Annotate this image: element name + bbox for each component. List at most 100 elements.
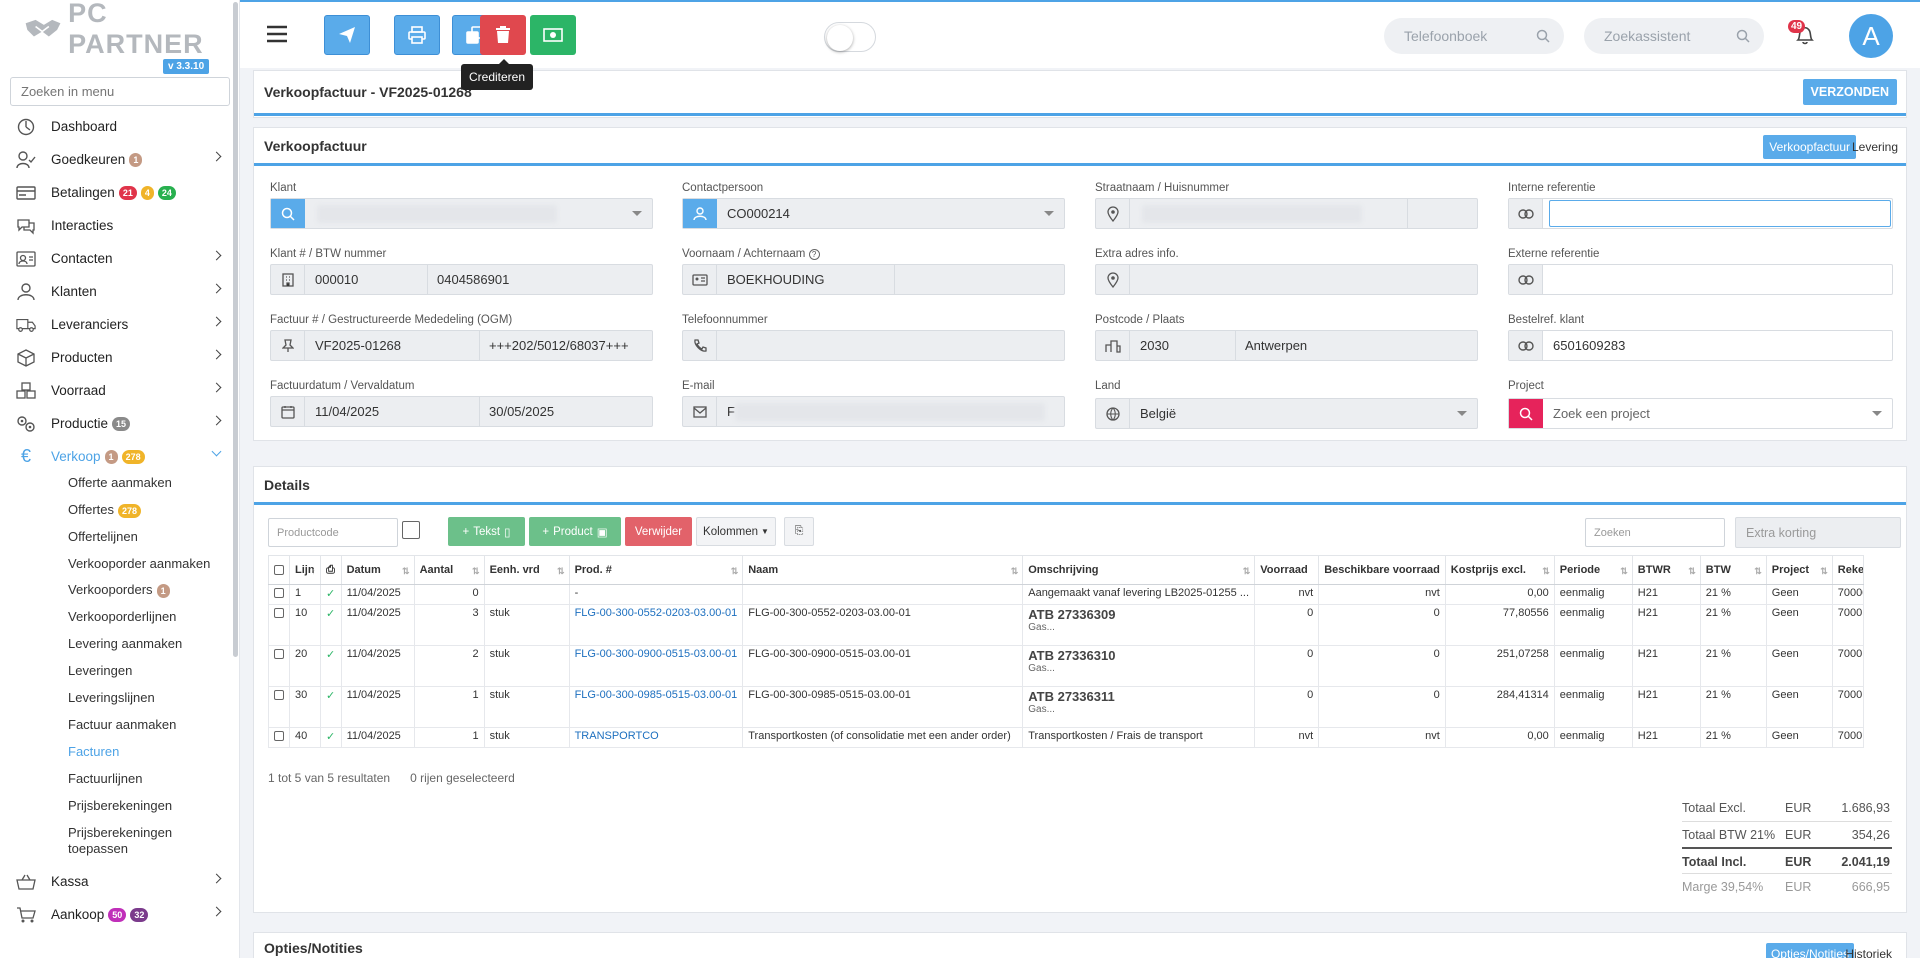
col-print[interactable]: ⎙ — [319, 555, 342, 585]
col-omschrijving[interactable]: Omschrijving ⇅ — [1022, 555, 1256, 585]
subnav-offerte-aanmaken[interactable]: Offerte aanmaken — [68, 475, 172, 491]
extra-discount-input[interactable]: Extra korting — [1735, 517, 1901, 548]
nav-voorraad[interactable]: Voorraad — [0, 374, 236, 407]
productcode-input[interactable]: Productcode — [268, 518, 398, 547]
row-checkbox[interactable] — [268, 727, 290, 748]
row-checkbox[interactable] — [268, 584, 290, 605]
tab-verkoopfactuur[interactable]: Verkoopfactuur — [1763, 135, 1856, 159]
tab-levering[interactable]: Levering — [1852, 140, 1898, 154]
toggle-switch[interactable] — [824, 22, 876, 52]
nav-verkoop[interactable]: € Verkoop 1 278 — [0, 440, 236, 473]
invoice-field[interactable]: VF2025-01268 +++202/5012/68037+++ — [270, 330, 653, 361]
col-btwr[interactable]: BTWR ⇅ — [1631, 555, 1701, 585]
klant-select[interactable] — [270, 198, 653, 229]
col-eenh-vrd[interactable]: Eenh. vrd ⇅ — [483, 555, 570, 585]
col-aantal[interactable]: Aantal ⇅ — [413, 555, 485, 585]
subnav-verkooporderlijnen[interactable]: Verkooporderlijnen — [68, 609, 176, 625]
cell-prod[interactable]: FLG-00-300-0900-0515-03.00-01 — [568, 645, 744, 687]
export-excel-button[interactable]: ⎘ — [784, 517, 814, 546]
menu-search-input[interactable] — [10, 77, 230, 106]
external-ref-field[interactable] — [1508, 264, 1893, 295]
cell-prod[interactable]: TRANSPORTCO — [568, 727, 744, 748]
select-all-checkbox[interactable] — [268, 555, 290, 585]
postal-field[interactable]: 2030 Antwerpen — [1095, 330, 1478, 361]
internal-ref-field[interactable] — [1508, 198, 1893, 229]
subnav-prijsberekeningen-toepassen[interactable]: Prijsberekeningen toepassen — [68, 825, 188, 857]
street-field[interactable] — [1095, 198, 1478, 229]
cell-prod[interactable]: FLG-00-300-0552-0203-03.00-01 — [568, 604, 744, 646]
col-lijn[interactable]: Lijn ↑ — [289, 555, 321, 585]
col-voorraad[interactable]: Voorraad — [1254, 555, 1320, 585]
contact-select[interactable]: CO000214 — [682, 198, 1065, 229]
assistant-search[interactable]: Zoekassistent — [1584, 18, 1764, 54]
extra-addr-field[interactable] — [1095, 264, 1478, 295]
nav-kassa[interactable]: Kassa — [0, 865, 236, 898]
subnav-factuurlijnen[interactable]: Factuurlijnen — [68, 771, 142, 787]
row-checkbox[interactable] — [268, 686, 290, 728]
nav-klanten[interactable]: Klanten — [0, 275, 236, 308]
col-btw[interactable]: BTW ⇅ — [1699, 555, 1767, 585]
subnav-verkooporder-aanmaken[interactable]: Verkooporder aanmaken — [68, 556, 210, 572]
country-select[interactable]: België — [1095, 398, 1478, 429]
phonebook-search[interactable]: Telefoonboek — [1384, 18, 1564, 54]
date-field[interactable]: 11/04/2025 30/05/2025 — [270, 396, 653, 427]
col-beschikbare-voorraad[interactable]: Beschikbare voorraad — [1318, 555, 1446, 585]
nav-goedkeuren[interactable]: Goedkeuren 1 — [0, 143, 236, 176]
col-kostprijs[interactable]: Kostprijs excl. ⇅ — [1444, 555, 1555, 585]
add-text-button[interactable]: + Tekst ▯ — [448, 517, 525, 546]
col-rekening[interactable]: Reker — [1831, 555, 1864, 585]
nav-contacten[interactable]: Contacten — [0, 242, 236, 275]
table-search-input[interactable]: Zoeken — [1585, 518, 1725, 547]
payment-button[interactable] — [530, 15, 576, 55]
internal-ref-input[interactable] — [1549, 200, 1891, 227]
subnav-leveringslijnen[interactable]: Leveringslijnen — [68, 690, 155, 706]
col-periode[interactable]: Periode ⇅ — [1553, 555, 1633, 585]
order-ref-field[interactable]: 6501609283 — [1508, 330, 1893, 361]
sent-status-button[interactable]: VERZONDEN — [1802, 79, 1897, 105]
col-prod[interactable]: Prod. # ⇅ — [568, 555, 744, 585]
hamburger-icon[interactable] — [266, 24, 288, 47]
print-button[interactable] — [394, 15, 440, 55]
subnav-factuur-aanmaken[interactable]: Factuur aanmaken — [68, 717, 176, 733]
subnav-leveringen[interactable]: Leveringen — [68, 663, 132, 679]
phone-field[interactable] — [682, 330, 1065, 361]
klantnr-field[interactable]: 000010 0404586901 — [270, 264, 653, 295]
delete-button[interactable]: Verwijder — [625, 517, 692, 546]
cell-prod[interactable]: FLG-00-300-0985-0515-03.00-01 — [568, 686, 744, 728]
avatar[interactable]: A — [1849, 14, 1893, 58]
subnav-offertelijnen[interactable]: Offertelijnen — [68, 529, 138, 545]
table-row[interactable]: 40 ✓ 11/04/2025 1 stuk TRANSPORTCO Transportko… — [268, 727, 1864, 748]
nav-aankoop[interactable]: Aankoop 50 32 — [0, 898, 236, 931]
tab-historiek[interactable]: Historiek — [1845, 947, 1892, 958]
col-datum[interactable]: Datum ⇅ — [340, 555, 415, 585]
send-button[interactable] — [324, 15, 370, 55]
nav-productie[interactable]: Productie 15 — [0, 407, 236, 440]
name-field[interactable]: BOEKHOUDING — [682, 264, 1065, 295]
help-icon[interactable]: ? — [808, 249, 820, 260]
add-product-button[interactable]: + Product ▣ — [529, 517, 621, 546]
col-project[interactable]: Project ⇅ — [1765, 555, 1833, 585]
project-select[interactable]: Zoek een project — [1508, 398, 1893, 429]
subnav-facturen[interactable]: Facturen — [68, 744, 119, 760]
nav-betalingen[interactable]: Betalingen 21 4 24 — [0, 176, 236, 209]
tab-opties-notities[interactable]: Opties/Notities — [1765, 943, 1854, 958]
nav-leveranciers[interactable]: Leveranciers — [0, 308, 236, 341]
table-row[interactable]: 30 ✓ 11/04/2025 1 stuk FLG-00-300-0985-0515-0… — [268, 686, 1864, 728]
columns-dropdown[interactable]: Kolommen ▼ — [696, 517, 776, 546]
productcode-checkbox[interactable] — [402, 521, 420, 539]
sidebar-scrollbar[interactable] — [233, 2, 238, 657]
col-naam[interactable]: Naam ⇅ — [742, 555, 1024, 585]
table-row[interactable]: 20 ✓ 11/04/2025 2 stuk FLG-00-300-0900-0515-0… — [268, 645, 1864, 687]
nav-interacties[interactable]: Interacties — [0, 209, 236, 242]
logo[interactable]: PC PARTNER — [24, 0, 220, 59]
row-checkbox[interactable] — [268, 645, 290, 687]
table-row[interactable]: 10 ✓ 11/04/2025 3 stuk FLG-00-300-0552-0203-0… — [268, 604, 1864, 646]
subnav-verkooporders[interactable]: Verkooporders 1 — [68, 582, 170, 598]
subnav-prijsberekeningen[interactable]: Prijsberekeningen — [68, 798, 172, 814]
table-row[interactable]: 1 ✓ 11/04/2025 0 - Aangemaakt vanaf levering … — [268, 584, 1864, 605]
subnav-offertes[interactable]: Offertes 278 — [68, 502, 142, 518]
credit-button[interactable] — [480, 15, 526, 55]
row-checkbox[interactable] — [268, 604, 290, 646]
nav-dashboard[interactable]: Dashboard — [0, 110, 236, 143]
email-field[interactable]: F — [682, 396, 1065, 427]
